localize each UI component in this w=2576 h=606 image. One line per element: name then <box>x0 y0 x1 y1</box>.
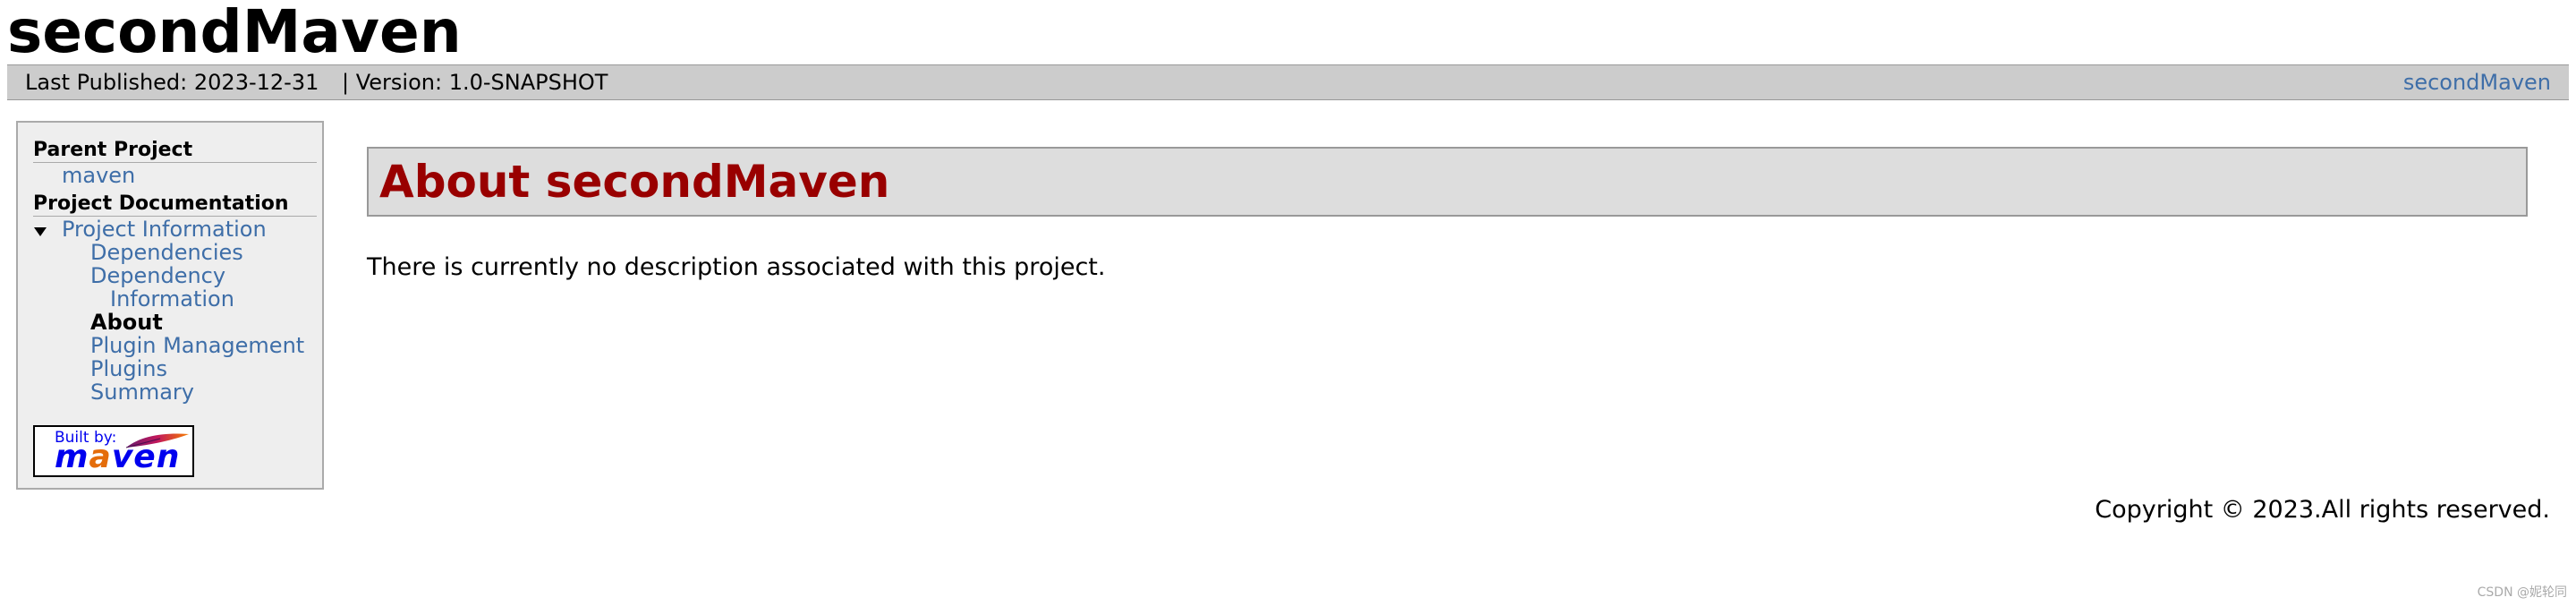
last-published: Last Published: 2023-12-31 <box>25 70 319 95</box>
content-heading-box: About secondMaven <box>367 147 2528 217</box>
sidebar: Parent Project maven Project Documentati… <box>16 121 324 490</box>
sidebar-item-dependencies[interactable]: Dependencies <box>90 241 243 264</box>
banner-separator: | <box>342 70 350 95</box>
banner-info: Last Published: 2023-12-31 | Version: 1.… <box>25 65 608 99</box>
copyright-text: Copyright © 2023.All rights reserved. <box>2095 496 2550 524</box>
version: Version: 1.0-SNAPSHOT <box>355 70 608 95</box>
sidebar-item-dependency-information[interactable]: Dependency <box>90 264 225 287</box>
maven-logo-text: maven <box>55 439 181 475</box>
built-by-maven-badge[interactable]: Built by: maven <box>33 425 194 477</box>
sidebar-item-summary[interactable]: Summary <box>90 380 194 404</box>
page-title: secondMaven <box>7 0 462 66</box>
sidebar-item-about: About <box>90 310 163 335</box>
parent-project-heading: Parent Project <box>33 139 317 163</box>
content-heading: About secondMaven <box>379 156 890 208</box>
sidebar-item-dependency-information-cont[interactable]: Information <box>110 287 234 311</box>
sidebar-item-project-information[interactable]: Project Information <box>62 218 267 241</box>
watermark-text: CSDN @妮轮同 <box>2477 585 2567 600</box>
banner-bar: Last Published: 2023-12-31 | Version: 1.… <box>7 64 2569 100</box>
project-description: There is currently no description associ… <box>367 253 1106 281</box>
project-home-link[interactable]: secondMaven <box>2403 65 2551 99</box>
sidebar-item-maven[interactable]: maven <box>62 164 135 187</box>
expand-triangle-icon[interactable] <box>34 227 47 236</box>
sidebar-item-plugins[interactable]: Plugins <box>90 357 167 380</box>
project-documentation-heading: Project Documentation <box>33 192 317 217</box>
sidebar-item-plugin-management[interactable]: Plugin Management <box>90 334 304 357</box>
